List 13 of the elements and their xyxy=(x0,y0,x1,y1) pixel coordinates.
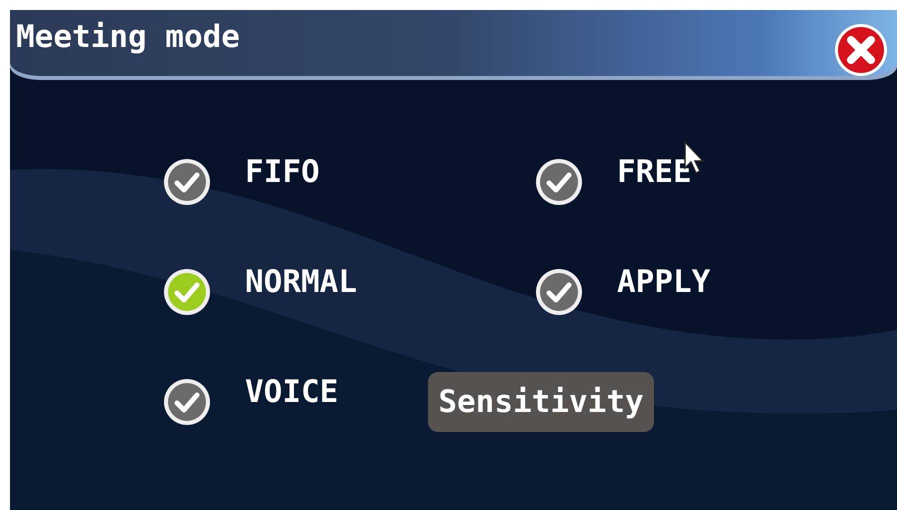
close-icon[interactable] xyxy=(833,22,889,78)
option-label: FIFO xyxy=(245,154,320,190)
option-label: APPLY xyxy=(617,264,710,300)
option-label: FREE xyxy=(617,154,692,190)
radio-check-icon[interactable] xyxy=(535,268,583,316)
option-label: NORMAL xyxy=(245,264,357,300)
radio-check-icon[interactable] xyxy=(163,268,211,316)
radio-check-icon[interactable] xyxy=(163,378,211,426)
radio-check-icon[interactable] xyxy=(163,158,211,206)
radio-check-icon[interactable] xyxy=(535,158,583,206)
sensitivity-button[interactable]: Sensitivity xyxy=(428,372,654,432)
window-title: Meeting mode xyxy=(16,19,240,55)
option-label: VOICE xyxy=(245,374,338,410)
